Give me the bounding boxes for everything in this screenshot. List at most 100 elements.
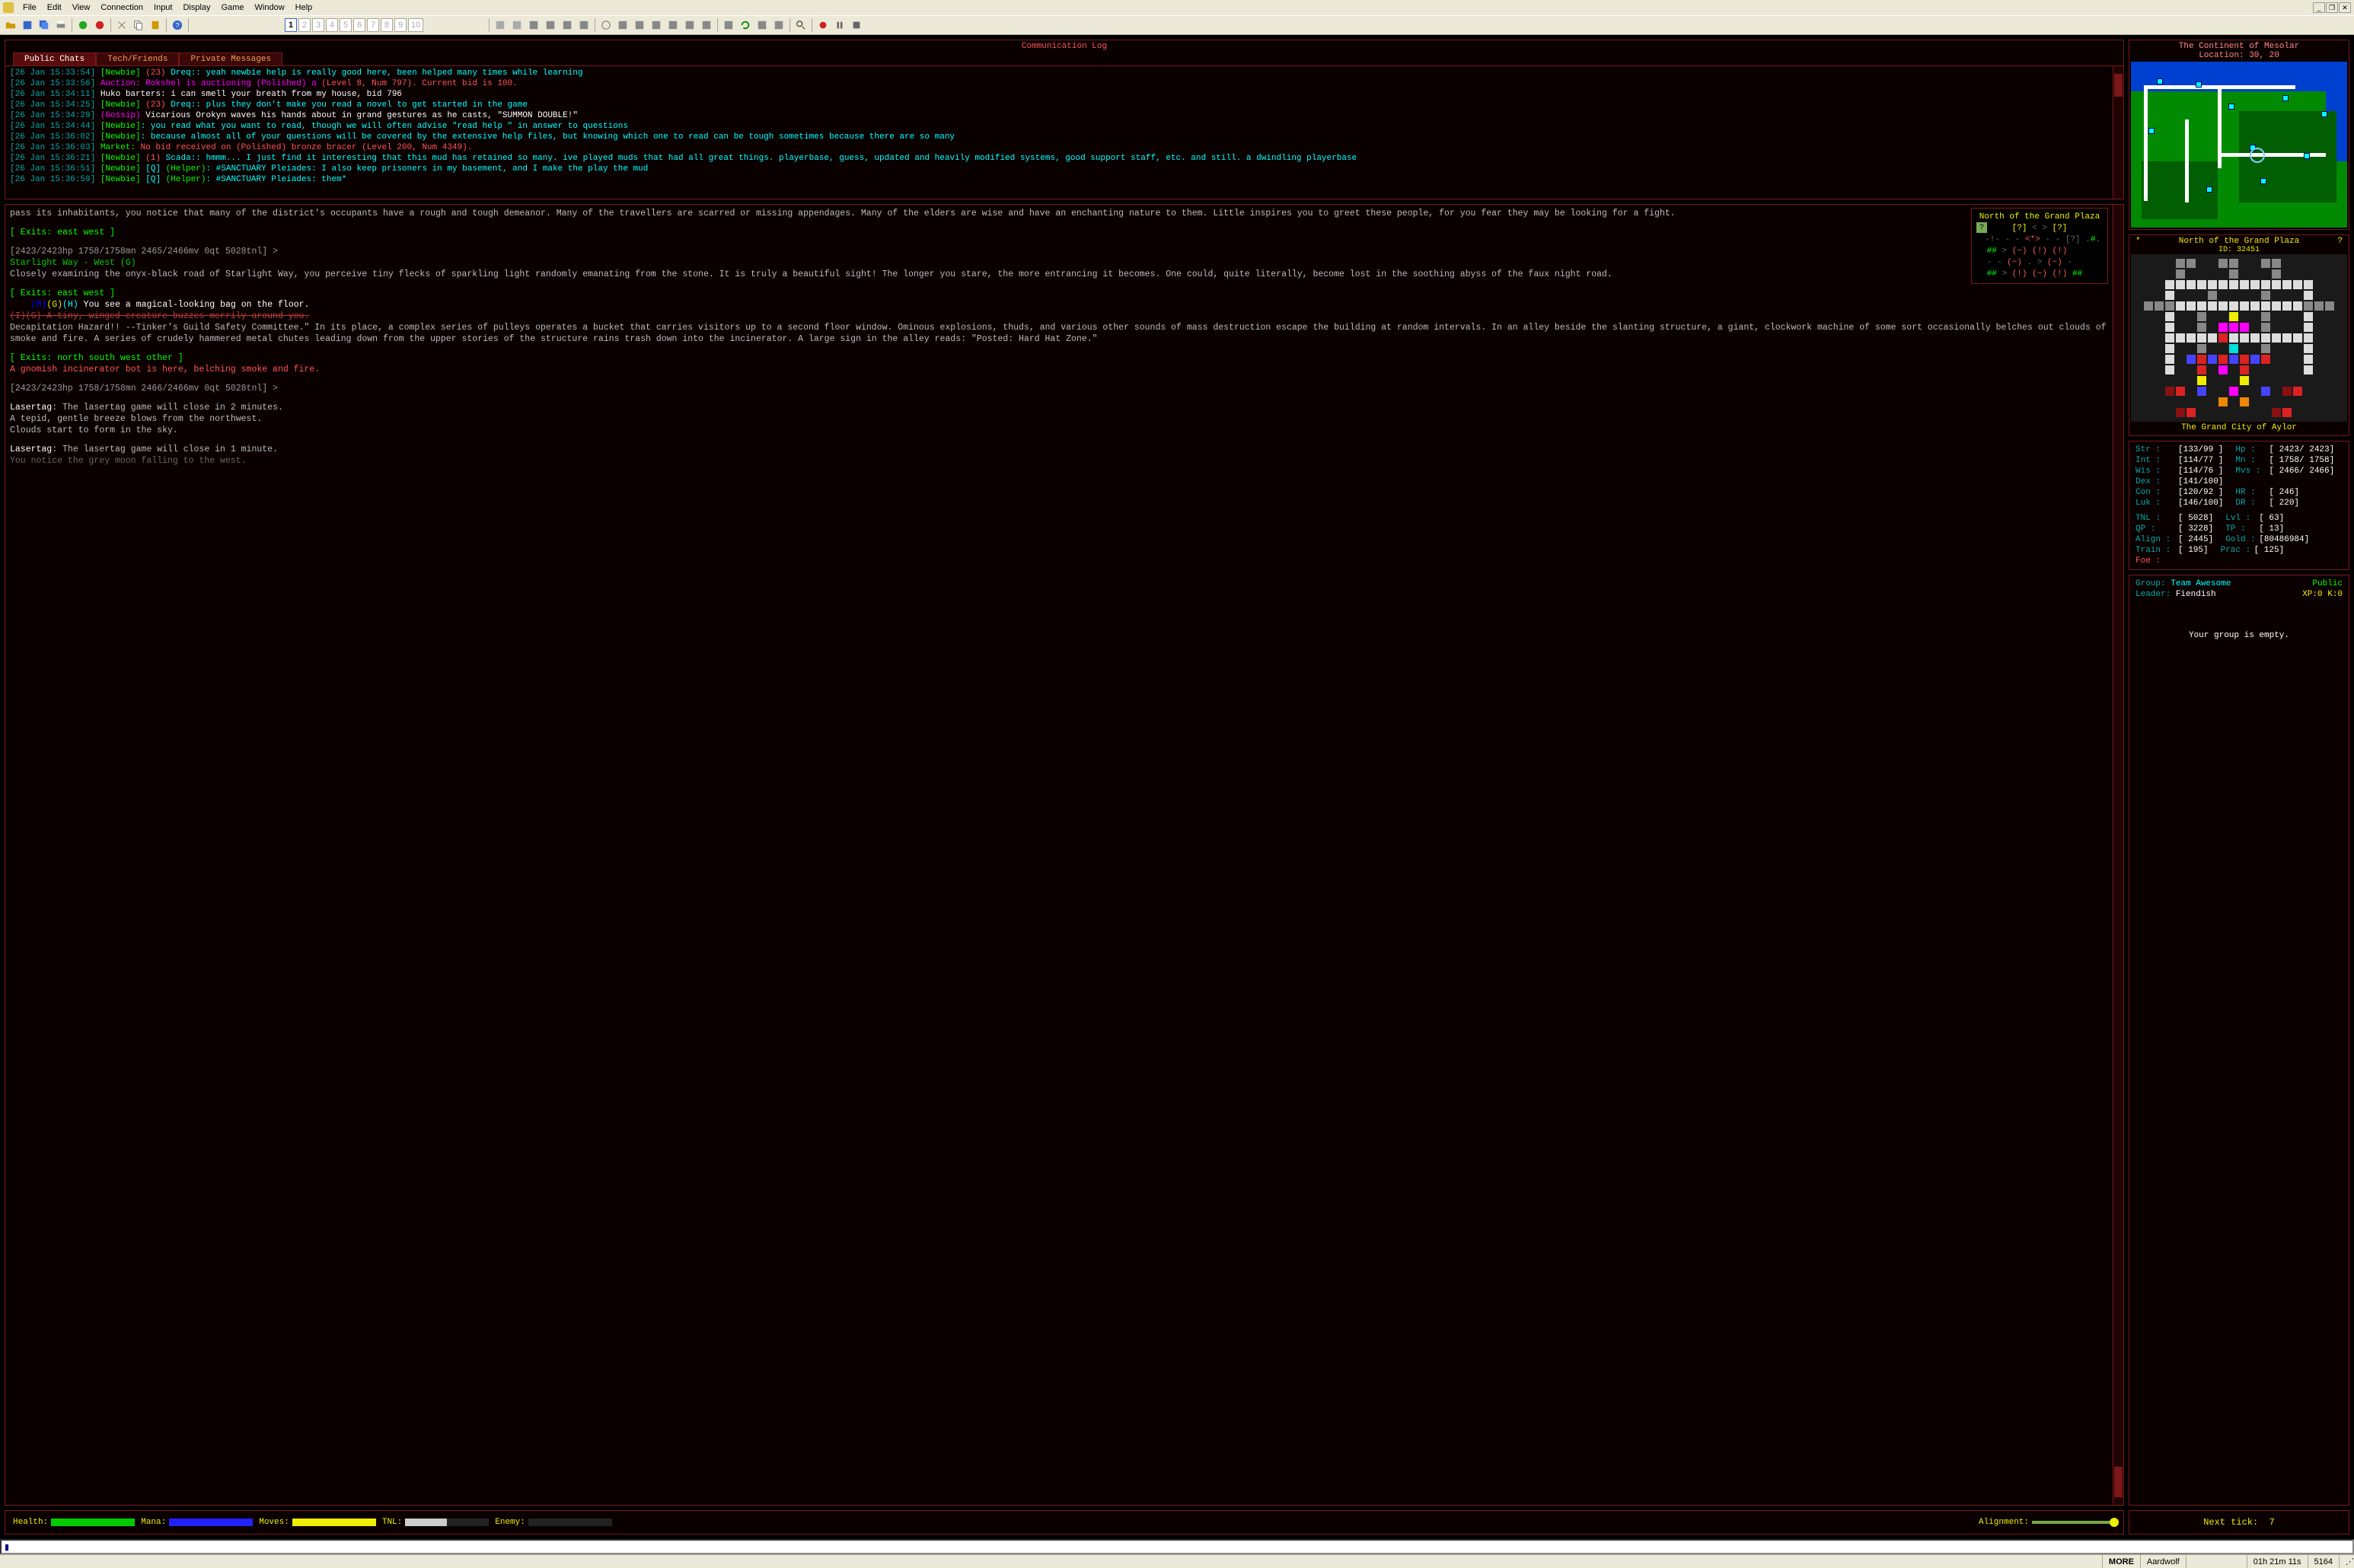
restore-button[interactable]: ❐ — [2326, 2, 2338, 13]
tab-public-chats[interactable]: Public Chats — [13, 53, 96, 65]
plugin-icon[interactable] — [526, 18, 541, 33]
area-map-room[interactable] — [2293, 365, 2302, 374]
area-map-room[interactable] — [2208, 387, 2217, 396]
area-map-room[interactable] — [2325, 397, 2334, 406]
area-map-room[interactable] — [2304, 269, 2313, 279]
plugin-icon[interactable] — [771, 18, 786, 33]
area-map-room[interactable] — [2314, 397, 2324, 406]
area-map-room[interactable] — [2176, 344, 2185, 353]
area-map-room[interactable] — [2197, 344, 2206, 353]
menu-help[interactable]: Help — [291, 2, 317, 14]
area-map-room[interactable] — [2144, 408, 2153, 417]
area-map-room[interactable] — [2304, 355, 2313, 364]
area-map-room[interactable] — [2261, 365, 2270, 374]
comm-scrollbar[interactable] — [2113, 66, 2123, 199]
area-map-room[interactable] — [2197, 408, 2206, 417]
area-map-room[interactable] — [2187, 365, 2196, 374]
stop-icon[interactable] — [849, 18, 864, 33]
world-tab-1[interactable]: 1 — [285, 18, 297, 32]
area-map-room[interactable] — [2314, 355, 2324, 364]
plugin-icon[interactable] — [699, 18, 714, 33]
area-map-room[interactable] — [2240, 291, 2249, 300]
open-icon[interactable] — [3, 18, 18, 33]
ascii-minimap[interactable]: North of the Grand Plaza ? [?] < > [?] -… — [1971, 208, 2108, 284]
plugin-icon[interactable] — [576, 18, 592, 33]
world-tab-4[interactable]: 4 — [326, 18, 338, 32]
area-map-room[interactable] — [2165, 333, 2174, 343]
menu-connection[interactable]: Connection — [96, 2, 148, 14]
area-map-room[interactable] — [2144, 365, 2153, 374]
area-map-room[interactable] — [2197, 301, 2206, 311]
area-map-room[interactable] — [2282, 365, 2292, 374]
area-map-room[interactable] — [2155, 365, 2164, 374]
menu-input[interactable]: Input — [149, 2, 177, 14]
cut-icon[interactable] — [114, 18, 129, 33]
area-map-room[interactable] — [2218, 280, 2228, 289]
area-map-room[interactable] — [2272, 387, 2281, 396]
area-map-room[interactable] — [2314, 387, 2324, 396]
area-map-room[interactable] — [2325, 259, 2334, 268]
area-map-room[interactable] — [2240, 387, 2249, 396]
pause-icon[interactable] — [832, 18, 847, 33]
area-map-room[interactable] — [2155, 355, 2164, 364]
area-map-room[interactable] — [2165, 280, 2174, 289]
area-map-room[interactable] — [2197, 269, 2206, 279]
area-map-room[interactable] — [2293, 355, 2302, 364]
command-input[interactable]: ▮ — [0, 1539, 2354, 1554]
area-map-room[interactable] — [2165, 259, 2174, 268]
area-map-room[interactable] — [2218, 365, 2228, 374]
area-map-room[interactable] — [2304, 291, 2313, 300]
paste-icon[interactable] — [148, 18, 163, 33]
area-map-room[interactable] — [2293, 344, 2302, 353]
area-map-room[interactable] — [2240, 408, 2249, 417]
area-map-room[interactable] — [2261, 408, 2270, 417]
menu-game[interactable]: Game — [217, 2, 249, 14]
area-map-room[interactable] — [2187, 291, 2196, 300]
area-map-room[interactable] — [2325, 355, 2334, 364]
area-map-room[interactable] — [2218, 291, 2228, 300]
area-map-room[interactable] — [2272, 323, 2281, 332]
area-map-room[interactable] — [2208, 312, 2217, 321]
area-map-room[interactable] — [2229, 301, 2238, 311]
area-map-room[interactable] — [2197, 333, 2206, 343]
plugin-icon[interactable] — [665, 18, 681, 33]
area-map-room[interactable] — [2304, 323, 2313, 332]
record-icon[interactable] — [815, 18, 831, 33]
area-map-room[interactable] — [2165, 376, 2174, 385]
area-map-room[interactable] — [2176, 408, 2185, 417]
area-map-room[interactable] — [2208, 333, 2217, 343]
area-map-room[interactable] — [2197, 355, 2206, 364]
area-map-room[interactable] — [2176, 355, 2185, 364]
area-map-room[interactable] — [2282, 344, 2292, 353]
area-map-room[interactable] — [2325, 376, 2334, 385]
area-map-room[interactable] — [2229, 312, 2238, 321]
area-map-room[interactable] — [2272, 355, 2281, 364]
area-map-room[interactable] — [2261, 333, 2270, 343]
area-map-room[interactable] — [2304, 280, 2313, 289]
area-map-room[interactable] — [2293, 301, 2302, 311]
area-map-room[interactable] — [2218, 301, 2228, 311]
area-map-room[interactable] — [2240, 301, 2249, 311]
area-map-room[interactable] — [2304, 259, 2313, 268]
area-map-room[interactable] — [2218, 312, 2228, 321]
area-map-room[interactable] — [2282, 312, 2292, 321]
area-map-room[interactable] — [2282, 280, 2292, 289]
area-map-room[interactable] — [2208, 376, 2217, 385]
area-map-room[interactable] — [2304, 408, 2313, 417]
area-map-room[interactable] — [2229, 397, 2238, 406]
area-map-room[interactable] — [2155, 280, 2164, 289]
print-icon[interactable] — [53, 18, 69, 33]
area-map-room[interactable] — [2304, 333, 2313, 343]
area-map-room[interactable] — [2325, 312, 2334, 321]
area-map-room[interactable] — [2293, 269, 2302, 279]
area-map-room[interactable] — [2250, 365, 2260, 374]
save-all-icon[interactable] — [37, 18, 52, 33]
connect-icon[interactable] — [75, 18, 91, 33]
area-map-room[interactable] — [2165, 355, 2174, 364]
area-map-room[interactable] — [2187, 323, 2196, 332]
area-map-room[interactable] — [2197, 259, 2206, 268]
area-map-room[interactable] — [2208, 397, 2217, 406]
area-map-room[interactable] — [2197, 323, 2206, 332]
area-map-room[interactable] — [2304, 312, 2313, 321]
area-map-room[interactable] — [2261, 291, 2270, 300]
